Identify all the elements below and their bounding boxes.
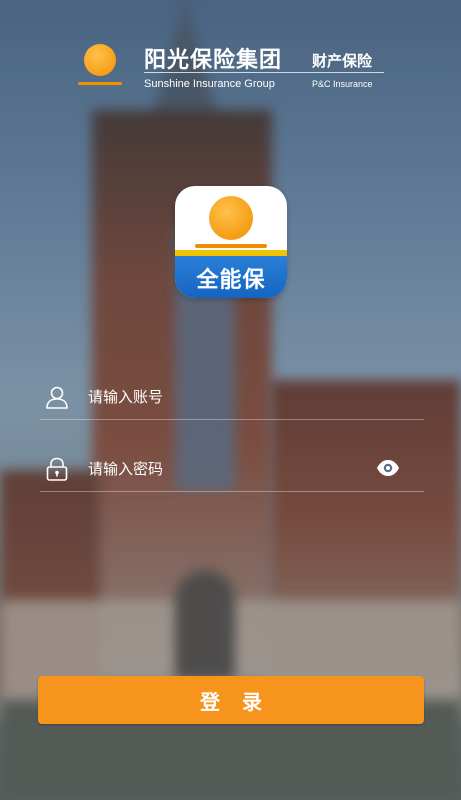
app-logo-label: 全能保 [196,268,266,293]
lock-icon [46,457,68,481]
account-field [40,372,424,420]
division-name-en: P&C Insurance [312,79,373,89]
account-underline [40,419,424,420]
eye-icon[interactable] [376,458,400,478]
password-input[interactable] [86,452,370,486]
password-underline [40,491,424,492]
sunshine-logo-icon [78,44,122,88]
account-input[interactable] [86,380,370,414]
sun-icon [209,196,253,240]
division-name-cn: 财产保险 [312,52,373,70]
header-divider [144,72,384,73]
brand-name-cn: 阳光保险集团 [144,48,283,73]
password-field [40,444,424,492]
app-logo-icon: 全能保 [175,186,287,298]
user-icon [46,386,68,409]
brand-name-en: Sunshine Insurance Group [144,78,275,90]
login-button[interactable]: 登录 [38,676,424,724]
brand-header: 阳光保险集团 Sunshine Insurance Group 财产保险 P&C… [74,38,394,94]
